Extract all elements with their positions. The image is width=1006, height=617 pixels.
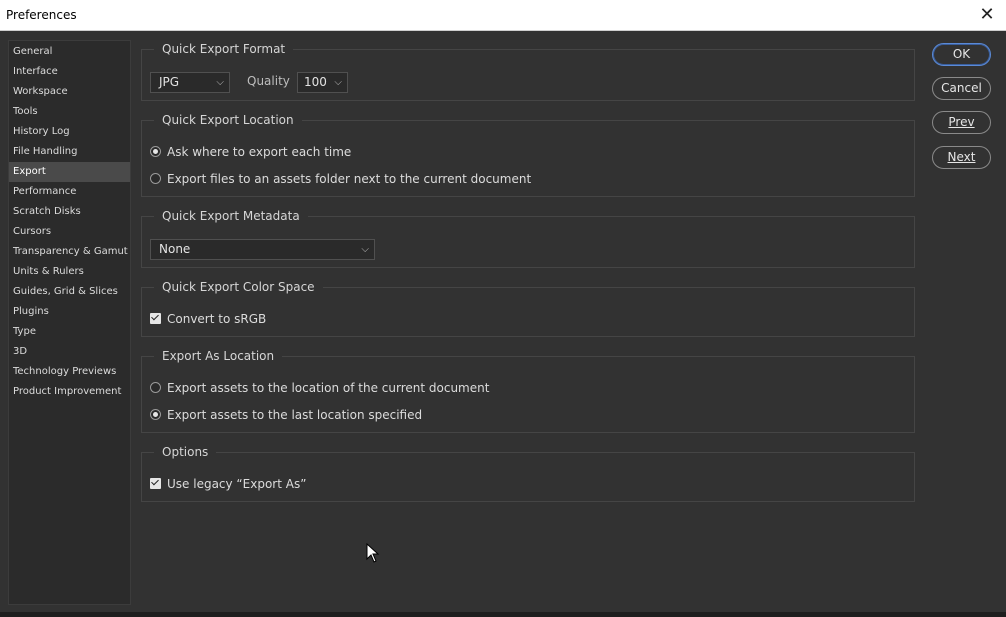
- metadata-select[interactable]: None ⌵: [150, 239, 375, 260]
- quality-select[interactable]: 100 ⌵: [297, 72, 348, 93]
- current-document-location-radio-option[interactable]: Export assets to the location of the cur…: [150, 380, 489, 396]
- assets-folder-radio-option[interactable]: Export files to an assets folder next to…: [150, 171, 531, 187]
- title-bar: Preferences ✕: [0, 0, 1006, 31]
- export-as-location-title: Export As Location: [154, 348, 283, 364]
- sidebar-item-workspace[interactable]: Workspace: [9, 82, 130, 102]
- chevron-down-icon: ⌵: [334, 77, 342, 88]
- chevron-down-icon: ⌵: [216, 77, 224, 88]
- sidebar-item-history-log[interactable]: History Log: [9, 122, 130, 142]
- quick-export-location-title: Quick Export Location: [154, 112, 302, 128]
- sidebar-item-interface[interactable]: Interface: [9, 62, 130, 82]
- ok-button[interactable]: OK: [932, 43, 991, 66]
- next-button-label: Next: [947, 150, 976, 164]
- sidebar-item-performance[interactable]: Performance: [9, 182, 130, 202]
- convert-srgb-checkbox-row[interactable]: Convert to sRGB: [150, 311, 266, 327]
- sidebar-item-type[interactable]: Type: [9, 322, 130, 342]
- cancel-button[interactable]: Cancel: [932, 77, 991, 100]
- sidebar-item-guides-grid-slices[interactable]: Guides, Grid & Slices: [9, 282, 130, 302]
- quick-export-color-space-title: Quick Export Color Space: [154, 279, 323, 295]
- sidebar-item-export[interactable]: Export: [9, 162, 130, 182]
- radio-button[interactable]: [150, 173, 161, 184]
- quick-export-format-group: Quick Export Format JPG ⌵ Quality 100 ⌵: [141, 41, 915, 101]
- mouse-pointer-icon: [366, 543, 380, 563]
- quality-select-value: 100: [304, 75, 327, 89]
- sidebar-item-cursors[interactable]: Cursors: [9, 222, 130, 242]
- prev-button[interactable]: Prev: [932, 111, 991, 134]
- last-location-label: Export assets to the last location speci…: [167, 408, 423, 422]
- convert-srgb-label: Convert to sRGB: [167, 312, 267, 326]
- sidebar-item-file-handling[interactable]: File Handling: [9, 142, 130, 162]
- current-document-location-label: Export assets to the location of the cur…: [167, 381, 490, 395]
- quick-export-format-title: Quick Export Format: [154, 41, 294, 57]
- sidebar-item-transparency-gamut[interactable]: Transparency & Gamut: [9, 242, 130, 262]
- legacy-export-as-checkbox[interactable]: [150, 478, 161, 489]
- radio-button-selected[interactable]: [150, 409, 161, 420]
- sidebar-item-general[interactable]: General: [9, 42, 130, 62]
- sidebar-item-scratch-disks[interactable]: Scratch Disks: [9, 202, 130, 222]
- quick-export-location-group: Quick Export Location Ask where to expor…: [141, 112, 915, 197]
- prev-button-label: Prev: [948, 115, 975, 129]
- options-group: Options Use legacy “Export As”: [141, 444, 915, 502]
- export-as-location-group: Export As Location Export assets to the …: [141, 348, 915, 433]
- convert-srgb-checkbox[interactable]: [150, 313, 161, 324]
- sidebar-item-technology-previews[interactable]: Technology Previews: [9, 362, 130, 382]
- options-title: Options: [154, 444, 217, 460]
- quick-export-color-space-group: Quick Export Color Space Convert to sRGB: [141, 279, 915, 337]
- ask-where-radio-option[interactable]: Ask where to export each time: [150, 144, 351, 160]
- bottom-edge: [0, 612, 1006, 617]
- sidebar-item-3d[interactable]: 3D: [9, 342, 130, 362]
- metadata-select-value: None: [159, 242, 191, 256]
- radio-button[interactable]: [150, 382, 161, 393]
- legacy-export-as-label: Use legacy “Export As”: [167, 477, 307, 491]
- last-location-radio-option[interactable]: Export assets to the last location speci…: [150, 407, 422, 423]
- quick-export-metadata-group: Quick Export Metadata None ⌵: [141, 208, 915, 268]
- format-select-value: JPG: [159, 75, 180, 89]
- preferences-sidebar: General Interface Workspace Tools Histor…: [8, 40, 131, 605]
- sidebar-item-product-improvement[interactable]: Product Improvement: [9, 382, 130, 402]
- radio-button-selected[interactable]: [150, 146, 161, 157]
- next-button[interactable]: Next: [932, 146, 991, 169]
- legacy-export-as-checkbox-row[interactable]: Use legacy “Export As”: [150, 476, 306, 492]
- sidebar-item-plugins[interactable]: Plugins: [9, 302, 130, 322]
- sidebar-item-units-rulers[interactable]: Units & Rulers: [9, 262, 130, 282]
- sidebar-item-tools[interactable]: Tools: [9, 102, 130, 122]
- window-title: Preferences: [6, 8, 77, 22]
- quick-export-metadata-title: Quick Export Metadata: [154, 208, 308, 224]
- close-icon[interactable]: ✕: [977, 5, 997, 25]
- ask-where-label: Ask where to export each time: [167, 145, 352, 159]
- quality-label: Quality: [247, 74, 290, 88]
- chevron-down-icon: ⌵: [361, 244, 369, 255]
- assets-folder-label: Export files to an assets folder next to…: [167, 172, 532, 186]
- format-select[interactable]: JPG ⌵: [150, 72, 230, 93]
